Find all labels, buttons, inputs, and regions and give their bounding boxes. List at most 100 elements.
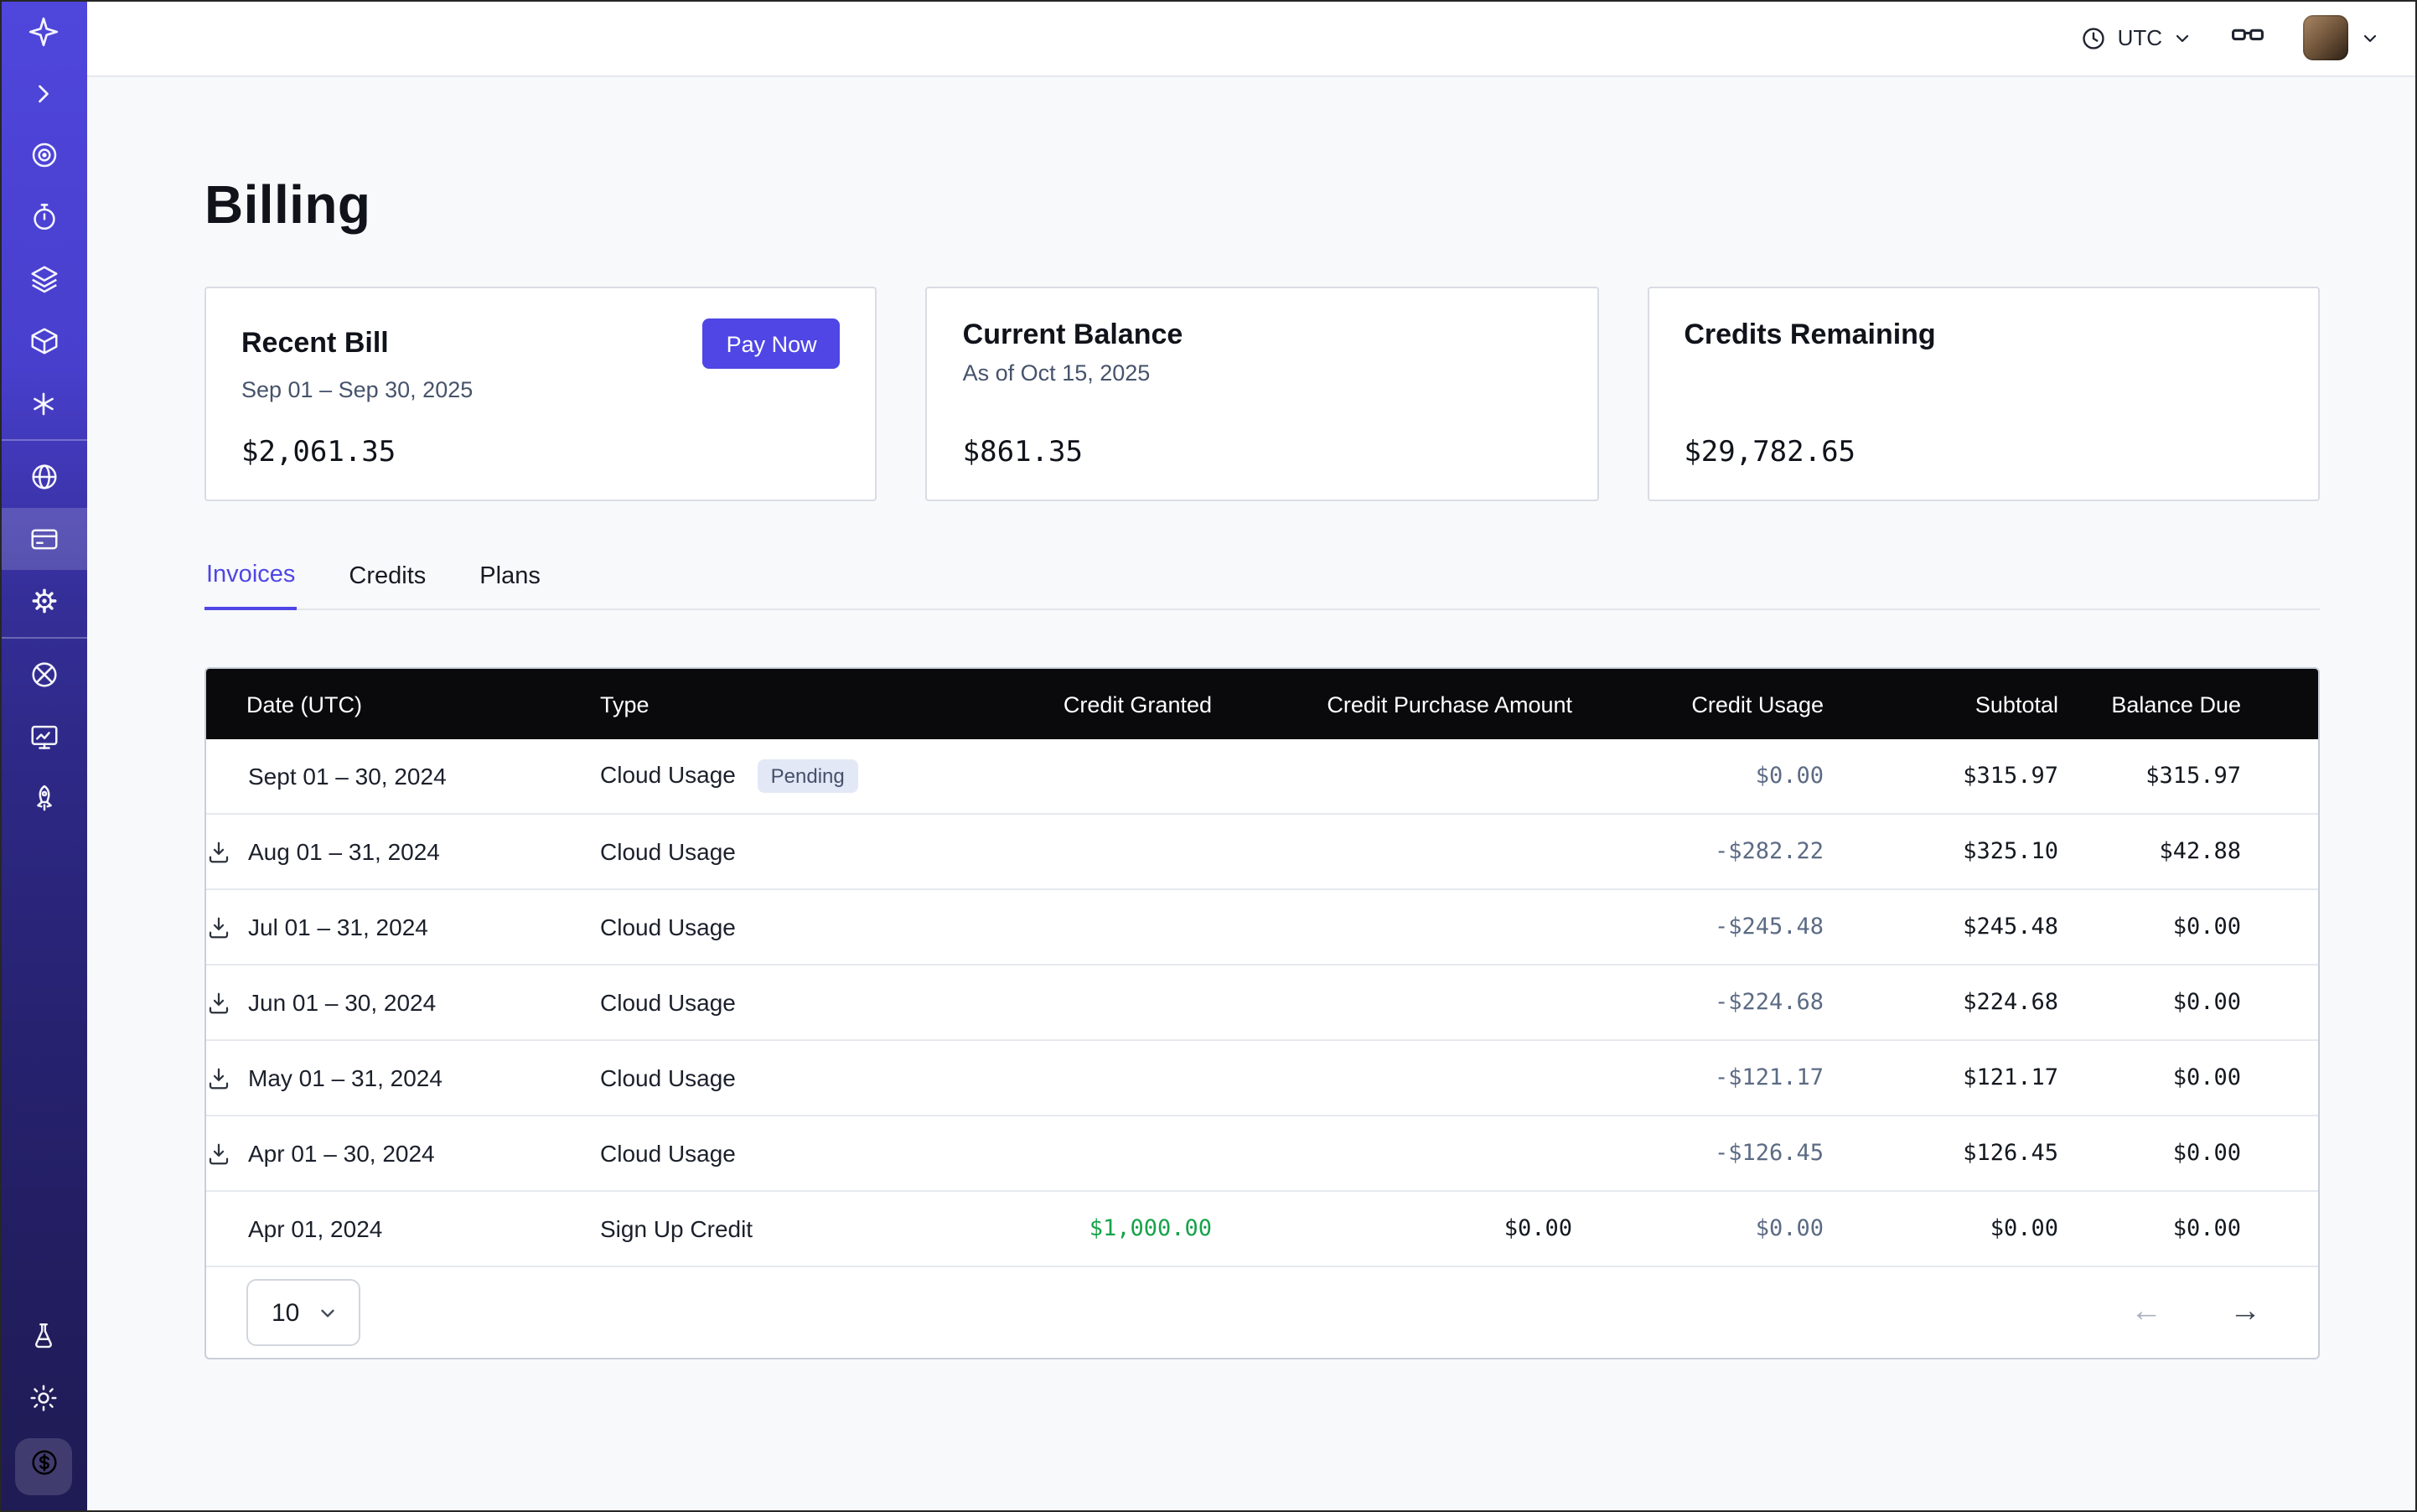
credits-quick-button[interactable] [15,1438,72,1495]
download-invoice-button[interactable] [206,839,231,864]
timer-icon [28,201,60,233]
billing-page: Billing Recent Bill Pay Now Sep 01 – Sep… [87,77,2417,1512]
download-invoice-button[interactable] [206,990,231,1015]
chevron-down-icon [316,1302,338,1323]
sidebar [0,0,87,1512]
sidebar-item-console[interactable] [0,706,87,768]
sidebar-item-logo[interactable] [0,0,87,62]
sidebar-item-labs[interactable] [0,1304,87,1366]
invoice-date: Jul 01 – 31, 2024 [248,914,428,940]
next-page-button[interactable]: → [2229,1294,2261,1331]
sidebar-divider [0,439,87,441]
sidebar-item-services[interactable] [0,372,87,434]
reader-glasses-button[interactable] [2229,15,2266,60]
page-title: Billing [204,174,2320,236]
download-invoice-button[interactable] [206,914,231,940]
lifebuoy-icon [28,659,60,691]
tab-plans[interactable]: Plans [478,562,542,608]
credit-purchase-value [1212,889,1572,965]
sidebar-divider [0,637,87,639]
pay-now-button[interactable]: Pay Now [703,318,841,369]
subtotal-value: $224.68 [1824,965,2058,1040]
avatar [2303,15,2348,60]
invoice-row[interactable]: Apr 01, 2024 Sign Up Credit $1,000.00 $0… [206,1191,2320,1266]
chevron-right-icon [28,78,59,108]
subtotal-value: $126.45 [1824,1116,2058,1191]
card-title: Recent Bill [241,327,389,360]
globe-icon [28,461,60,493]
balance-due-value: $0.00 [2058,1116,2320,1191]
sidebar-item-deploy[interactable] [0,768,87,830]
sidebar-item-layers[interactable] [0,248,87,310]
prev-page-button[interactable]: ← [2130,1294,2162,1331]
invoice-date: Apr 01 – 30, 2024 [248,1140,435,1167]
balance-due-value: $315.97 [2058,739,2320,814]
invoice-type: Cloud Usage [600,1064,736,1091]
balance-due-value: $0.00 [2058,1040,2320,1116]
credit-purchase-value: $0.00 [1212,1191,1572,1266]
column-header: Subtotal [1824,669,2058,739]
download-invoice-button[interactable] [206,1065,231,1090]
credit-granted-value [927,814,1212,889]
credit-granted-value [927,889,1212,965]
invoice-row[interactable]: Sept 01 – 30, 2024 Cloud Usage Pending $… [206,739,2320,814]
invoice-row[interactable]: Aug 01 – 31, 2024 Cloud Usage -$282.22 $… [206,814,2320,889]
subtotal-value: $325.10 [1824,814,2058,889]
invoice-type: Cloud Usage [600,838,736,865]
sidebar-item-timers[interactable] [0,186,87,248]
card-subtitle [1684,360,2283,391]
sidebar-item-network[interactable] [0,446,87,508]
invoice-type: Sign Up Credit [600,1215,753,1242]
invoice-date: Sept 01 – 30, 2024 [248,763,447,790]
invoice-type: Cloud Usage [600,1140,736,1167]
layers-icon [28,263,60,295]
sidebar-expand-button[interactable] [0,62,87,124]
invoice-row[interactable]: May 01 – 31, 2024 Cloud Usage -$121.17 $… [206,1040,2320,1116]
invoice-row[interactable]: Apr 01 – 30, 2024 Cloud Usage -$126.45 $… [206,1116,2320,1191]
sidebar-item-support[interactable] [0,644,87,706]
tab-credits[interactable]: Credits [347,562,427,608]
status-badge: Pending [758,759,858,794]
invoice-row[interactable]: Jul 01 – 31, 2024 Cloud Usage -$245.48 $… [206,889,2320,965]
sidebar-item-containers[interactable] [0,310,87,372]
credit-purchase-value [1212,965,1572,1040]
credit-granted-value [927,1040,1212,1116]
chevron-down-icon [2172,28,2192,48]
credit-usage-value: -$121.17 [1572,1040,1824,1116]
column-header: Credit Granted [927,669,1212,739]
sidebar-item-settings[interactable] [0,570,87,632]
column-header: Credit Purchase Amount [1212,669,1572,739]
download-invoice-button[interactable] [206,1141,231,1166]
credit-usage-value: -$282.22 [1572,814,1824,889]
credit-usage-value: -$224.68 [1572,965,1824,1040]
pagination: ← → [2130,1294,2261,1331]
recent-bill-card: Recent Bill Pay Now Sep 01 – Sep 30, 202… [204,287,877,501]
credit-granted-value: $1,000.00 [927,1191,1212,1266]
invoice-row[interactable]: Jun 01 – 30, 2024 Cloud Usage -$224.68 $… [206,965,2320,1040]
timezone-selector[interactable]: UTC [2081,24,2192,51]
credit-usage-value: $0.00 [1572,1191,1824,1266]
card-subtitle: Sep 01 – Sep 30, 2025 [241,377,841,407]
subtotal-value: $0.00 [1824,1191,2058,1266]
sidebar-item-billing[interactable] [0,508,87,570]
sidebar-item-targets[interactable] [0,124,87,186]
card-amount: $29,782.65 [1684,436,2283,473]
target-icon [28,139,60,171]
billing-tabs: Invoices Credits Plans [204,562,2320,610]
credit-purchase-value [1212,1116,1572,1191]
tab-invoices[interactable]: Invoices [204,562,297,610]
invoice-date: May 01 – 31, 2024 [248,1064,443,1091]
subtotal-value: $245.48 [1824,889,2058,965]
clock-icon [2081,24,2108,51]
card-title: Current Balance [963,318,1183,352]
card-title: Credits Remaining [1684,318,1935,352]
table-header-row: Date (UTC)TypeCredit GrantedCredit Purch… [206,669,2320,739]
page-size-select[interactable]: 10 [246,1279,360,1346]
current-balance-card: Current Balance As of Oct 15, 2025 $861.… [926,287,1599,501]
credit-usage-value: -$245.48 [1572,889,1824,965]
billing-card-icon [28,523,60,555]
theme-toggle-button[interactable] [0,1366,87,1428]
credit-purchase-value [1212,814,1572,889]
account-menu[interactable] [2303,15,2380,60]
rocket-icon [28,783,60,815]
